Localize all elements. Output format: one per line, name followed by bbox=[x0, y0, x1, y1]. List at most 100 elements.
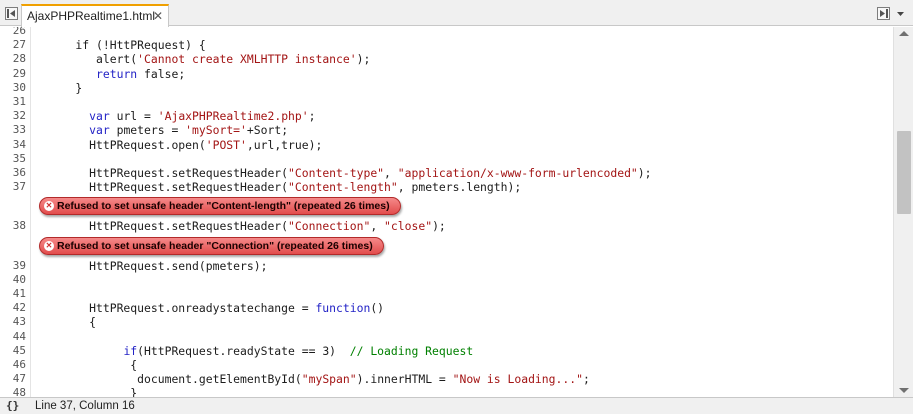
error-message: Refused to set unsafe header "Content-le… bbox=[57, 200, 390, 213]
code-line: document.getElementById("mySpan").innerH… bbox=[48, 372, 590, 386]
code-line: } bbox=[48, 81, 82, 95]
line-number: 30 bbox=[12, 80, 26, 94]
error-message: Refused to set unsafe header "Connection… bbox=[57, 239, 373, 252]
code-token: +Sort; bbox=[246, 123, 289, 138]
code-line: } bbox=[48, 386, 137, 397]
code-line: if (!HttPRequest) { bbox=[48, 38, 206, 53]
code-line: alert('Cannot create XMLHTTP instance'); bbox=[48, 52, 370, 66]
file-tab-label: AjaxPHPRealtime1.html bbox=[27, 9, 156, 23]
code-token: "close" bbox=[384, 219, 433, 234]
code-token: function bbox=[315, 301, 371, 316]
code-line: HttPRequest.onreadystatechange = functio… bbox=[48, 301, 384, 315]
code-line: HttPRequest.setRequestHeader("Content-ty… bbox=[48, 166, 652, 180]
code-token: ); bbox=[356, 52, 371, 67]
chevron-down-icon[interactable] bbox=[894, 7, 907, 20]
line-number-gutter: 26 27 28 29 30 31 32 33 34 35 36 37 38 39 40 41 42 43 44 45… bbox=[0, 27, 31, 397]
code-line: HttPRequest.send(pmeters); bbox=[48, 259, 267, 273]
scroll-up-icon[interactable] bbox=[899, 31, 909, 36]
code-token: "application/x-www-form-urlencoded" bbox=[397, 166, 638, 180]
code-token: "Now is Loading..." bbox=[452, 372, 583, 387]
code-line: HttPRequest.open('POST',url,true); bbox=[48, 138, 322, 152]
code-line: HttPRequest.setRequestHeader("Content-le… bbox=[48, 180, 521, 194]
panel-toggle-left-icon[interactable] bbox=[5, 7, 18, 20]
code-token: alert( bbox=[48, 52, 138, 67]
code-token: "Content-type" bbox=[288, 166, 385, 180]
status-bar: {} Line 37, Column 16 bbox=[0, 397, 913, 414]
code-token: pmeters = bbox=[109, 123, 186, 138]
line-number: 39 bbox=[12, 258, 26, 272]
cursor-position: Line 37, Column 16 bbox=[35, 400, 135, 412]
error-x-icon: ✕ bbox=[44, 201, 54, 212]
code-token: HttPRequest.onreadystatechange = bbox=[48, 301, 316, 316]
scroll-down-icon[interactable] bbox=[899, 388, 909, 393]
code-token: ,url,true); bbox=[246, 137, 323, 152]
source-editor[interactable]: 26 27 28 29 30 31 32 33 34 35 36 37 38 39 40 41 42 43 44 45… bbox=[0, 27, 893, 397]
line-number: 28 bbox=[12, 52, 26, 66]
file-tab[interactable]: AjaxPHPRealtime1.html ✕ bbox=[21, 4, 169, 27]
code-token: var bbox=[89, 123, 110, 138]
code-token: false; bbox=[137, 66, 186, 81]
code-token: HttPRequest.open( bbox=[48, 137, 206, 152]
line-number: 43 bbox=[12, 315, 26, 329]
code-token: { bbox=[48, 315, 97, 330]
code-line: { bbox=[48, 358, 137, 372]
code-token: 'mySort=' bbox=[185, 123, 247, 138]
tab-bar: AjaxPHPRealtime1.html ✕ bbox=[0, 0, 913, 27]
line-number: 31 bbox=[12, 95, 26, 108]
line-number: 32 bbox=[12, 109, 26, 123]
code-token: "mySpan" bbox=[301, 372, 357, 387]
code-token: 'Cannot create XMLHTTP instance' bbox=[137, 52, 357, 67]
code-line: if(HttPRequest.readyState == 3) // Loadi… bbox=[48, 344, 473, 358]
code-token: HttPRequest.setRequestHeader( bbox=[48, 166, 289, 180]
line-number: 46 bbox=[12, 358, 26, 371]
code-token: document.getElementById( bbox=[48, 372, 302, 387]
pretty-print-braces-icon[interactable]: {} bbox=[6, 399, 19, 412]
error-x-icon: ✕ bbox=[44, 240, 54, 251]
console-error-bubble[interactable]: ✕ Refused to set unsafe header "Content-l… bbox=[39, 197, 401, 216]
code-token: // Loading Request bbox=[349, 343, 474, 358]
code-line: HttPRequest.setRequestHeader("Connection… bbox=[48, 219, 446, 233]
code-token: ); bbox=[432, 219, 446, 234]
code-token: HttPRequest.setRequestHeader( bbox=[48, 219, 289, 234]
code-token: "Connection" bbox=[288, 219, 371, 234]
code-token: "Content-length" bbox=[288, 180, 398, 195]
code-token: ; bbox=[308, 109, 316, 124]
code-token: ).innerHTML = bbox=[356, 372, 453, 387]
code-token: return bbox=[96, 66, 138, 81]
line-number: 47 bbox=[12, 372, 26, 386]
code-token: url = bbox=[109, 109, 158, 124]
line-number: 41 bbox=[12, 287, 26, 300]
line-number: 26 bbox=[12, 27, 26, 37]
line-number: 48 bbox=[12, 386, 26, 397]
code-token: () bbox=[370, 301, 385, 316]
line-number: 42 bbox=[12, 301, 26, 315]
code-token: { bbox=[48, 358, 138, 372]
vertical-scrollbar[interactable] bbox=[893, 27, 913, 397]
code-token: HttPRequest.send(pmeters); bbox=[48, 258, 268, 273]
line-number: 45 bbox=[12, 343, 26, 357]
code-token: HttPRequest.setRequestHeader( bbox=[48, 180, 289, 195]
panel-toggle-right-icon[interactable] bbox=[877, 7, 890, 20]
code-token: } bbox=[48, 386, 138, 397]
line-number: 34 bbox=[12, 137, 26, 151]
code-token: 'POST' bbox=[205, 137, 247, 152]
code-token: 'AjaxPHPRealtime2.php' bbox=[157, 109, 309, 124]
line-number: 44 bbox=[12, 329, 26, 343]
close-tab-icon[interactable]: ✕ bbox=[153, 9, 163, 23]
line-number: 27 bbox=[12, 38, 26, 52]
code-token: , bbox=[370, 219, 385, 234]
code-token: ); bbox=[637, 166, 652, 180]
console-error-bubble[interactable]: ✕ Refused to set unsafe header "Connectio… bbox=[39, 236, 384, 255]
code-token: ; bbox=[582, 372, 590, 387]
line-number: 35 bbox=[12, 151, 26, 165]
code-token: if (!HttPRequest) { bbox=[48, 38, 206, 53]
code-line: var url = 'AjaxPHPRealtime2.php'; bbox=[48, 109, 315, 123]
line-number: 37 bbox=[12, 180, 26, 194]
code-token: } bbox=[48, 80, 83, 95]
scrollbar-thumb[interactable] bbox=[897, 131, 911, 214]
code-token: (HttPRequest.readyState == 3) bbox=[137, 343, 350, 358]
code-token: , pmeters.length); bbox=[397, 180, 522, 195]
